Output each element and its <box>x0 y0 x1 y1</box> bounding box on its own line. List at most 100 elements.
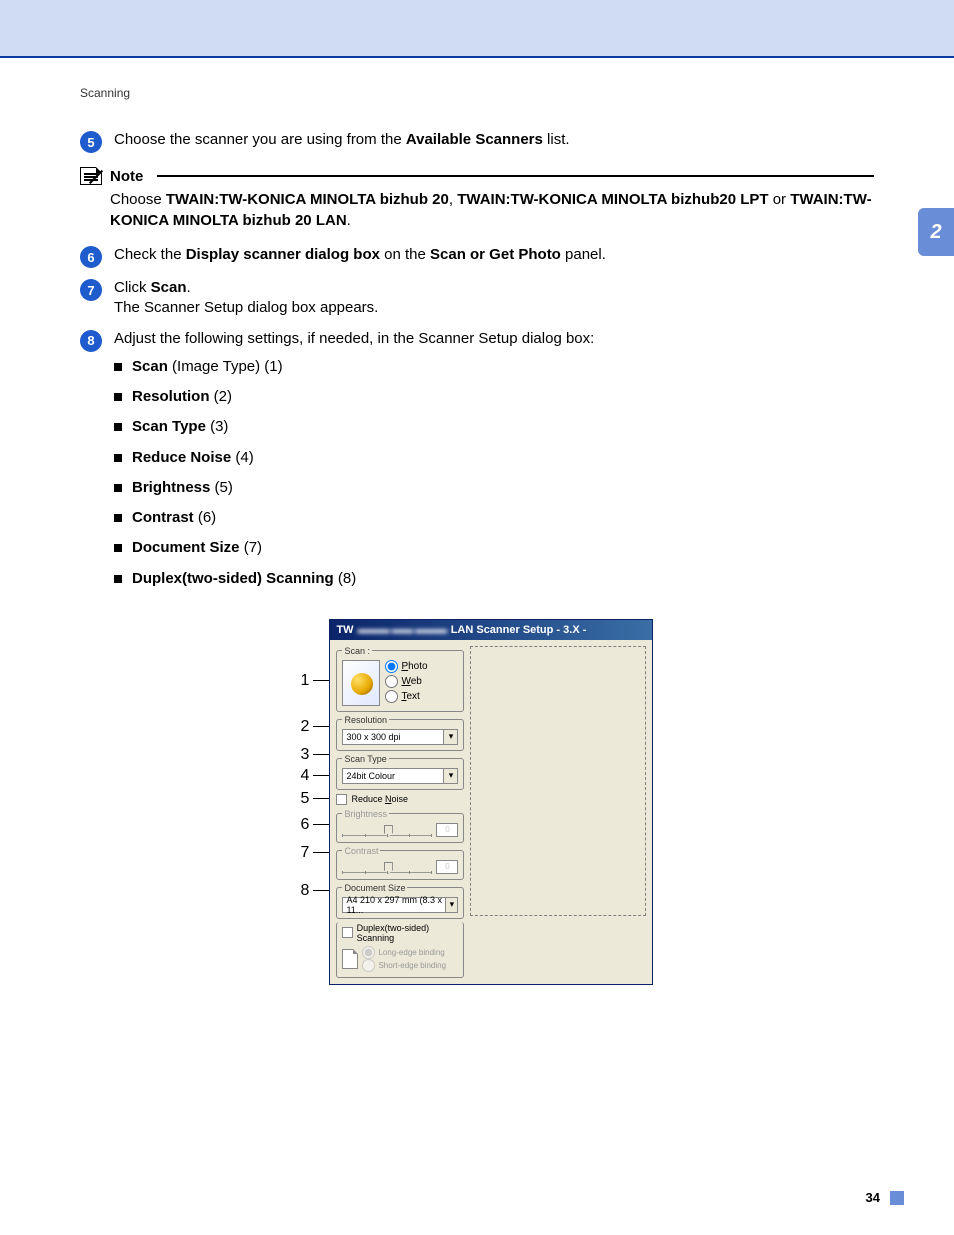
step-number-icon: 6 <box>80 246 102 268</box>
radio-text[interactable]: Text <box>385 690 427 703</box>
callout-6: 6 <box>301 816 310 834</box>
resolution-select[interactable]: 300 x 300 dpi ▾ <box>342 729 458 745</box>
page-number: 34 <box>866 1190 880 1205</box>
text-bold: Resolution <box>132 388 210 405</box>
radio-web[interactable]: Web <box>385 675 427 688</box>
callout-column: 1 2 3 4 5 6 7 8 <box>301 619 330 985</box>
text: The Scanner Setup dialog box appears. <box>114 299 378 316</box>
radio-photo-input[interactable] <box>385 660 398 673</box>
brightness-legend: Brightness <box>342 809 389 819</box>
text-bold: Reduce Noise <box>132 449 231 466</box>
reduce-noise-checkbox[interactable] <box>336 794 347 805</box>
duplex-checkbox[interactable] <box>342 927 352 938</box>
bullet-icon <box>114 544 122 552</box>
radio-long-edge-input[interactable] <box>362 946 375 959</box>
note-rule <box>157 175 874 177</box>
docsize-legend: Document Size <box>342 883 407 893</box>
text-bold: Duplex(two-sided) Scanning <box>132 570 334 587</box>
text-bold: Scan or Get Photo <box>430 246 561 263</box>
contrast-slider[interactable] <box>342 861 432 873</box>
text: (5) <box>210 479 233 496</box>
dialog-figure: 1 2 3 4 5 6 7 8 TW ▬▬▬ ▬▬ ▬▬▬ LAN Scanne… <box>80 619 874 985</box>
callout-5: 5 <box>301 790 310 808</box>
scan-group: Scan : Photo Web Text <box>336 646 464 712</box>
duplex-group: Duplex(two-sided) Scanning Long-edge bin… <box>336 922 464 978</box>
radio-text-input[interactable] <box>385 690 398 703</box>
radio-short-edge-input[interactable] <box>362 959 375 972</box>
scantype-select[interactable]: 24bit Colour ▾ <box>342 768 458 784</box>
callout-1: 1 <box>301 672 310 690</box>
text-bold: Document Size <box>132 539 240 556</box>
radio-text-label: Text <box>401 691 419 702</box>
scan-legend: Scan : <box>342 646 372 656</box>
radio-web-input[interactable] <box>385 675 398 688</box>
text: panel. <box>561 246 606 263</box>
contrast-legend: Contrast <box>342 846 380 856</box>
step-5-text: Choose the scanner you are using from th… <box>114 130 874 150</box>
step-number-icon: 5 <box>80 131 102 153</box>
chapter-tab: 2 <box>918 208 954 256</box>
text-bold: Scan <box>132 358 168 375</box>
list-item: Document Size (7) <box>114 538 874 558</box>
text: (4) <box>231 449 254 466</box>
page-icon <box>342 949 358 969</box>
text: Click <box>114 279 151 296</box>
step-8-text: Adjust the following settings, if needed… <box>114 329 874 599</box>
brightness-group: Brightness 0 <box>336 809 464 843</box>
resolution-value: 300 x 300 dpi <box>346 732 400 742</box>
radio-web-label: Web <box>401 676 421 687</box>
chevron-down-icon[interactable]: ▾ <box>443 730 457 744</box>
text-bold: Contrast <box>132 509 194 526</box>
bullet-icon <box>114 484 122 492</box>
text-bold: Display scanner dialog box <box>186 246 380 263</box>
text: on the <box>380 246 430 263</box>
radio-long-edge[interactable]: Long-edge binding <box>362 946 446 959</box>
brightness-slider[interactable] <box>342 824 432 836</box>
bullet-icon <box>114 363 122 371</box>
radio-photo-label: Photo <box>401 661 427 672</box>
duplex-check-row[interactable]: Duplex(two-sided) Scanning <box>342 922 458 944</box>
docsize-select[interactable]: A4 210 x 297 mm (8.3 x 11... ▾ <box>342 897 458 913</box>
reduce-noise-row[interactable]: Reduce Noise <box>336 793 464 806</box>
step-7-text: Click Scan. The Scanner Setup dialog box… <box>114 278 874 319</box>
title-suffix: LAN Scanner Setup - 3.X - <box>451 624 587 636</box>
radio-photo[interactable]: Photo <box>385 660 427 673</box>
list-item: Scan Type (3) <box>114 417 874 437</box>
duplex-label: Duplex(two-sided) Scanning <box>357 923 459 943</box>
reduce-noise-label: Reduce Noise <box>351 794 408 804</box>
step-6-text: Check the Display scanner dialog box on … <box>114 245 874 265</box>
scantype-legend: Scan Type <box>342 754 388 764</box>
callout-4: 4 <box>301 767 310 785</box>
callout-2: 2 <box>301 718 310 736</box>
text-bold: Brightness <box>132 479 210 496</box>
footer-accent <box>890 1191 904 1205</box>
chevron-down-icon[interactable]: ▾ <box>443 769 457 783</box>
text-bold: Scan <box>151 279 187 296</box>
step-7: 7 Click Scan. The Scanner Setup dialog b… <box>80 278 874 319</box>
scanner-setup-dialog: TW ▬▬▬ ▬▬ ▬▬▬ LAN Scanner Setup - 3.X - … <box>329 619 653 985</box>
bullet-icon <box>114 454 122 462</box>
page-footer: 34 <box>866 1190 904 1205</box>
contrast-group: Contrast 0 <box>336 846 464 880</box>
bullet-icon <box>114 575 122 583</box>
radio-short-edge[interactable]: Short-edge binding <box>362 959 446 972</box>
text-bold: Available Scanners <box>406 131 543 148</box>
chevron-down-icon[interactable]: ▾ <box>445 898 457 912</box>
header-band <box>0 0 954 56</box>
text: . <box>187 279 191 296</box>
preview-area <box>470 646 646 916</box>
note-block: Note Choose TWAIN:TW-KONICA MINOLTA bizh… <box>80 167 874 231</box>
list-item: Duplex(two-sided) Scanning (8) <box>114 569 874 589</box>
text: (8) <box>334 570 357 587</box>
section-label: Scanning <box>80 86 874 100</box>
text-bold: TWAIN:TW-KONICA MINOLTA bizhub 20 <box>166 191 449 208</box>
step-number-icon: 8 <box>80 330 102 352</box>
list-item: Contrast (6) <box>114 508 874 528</box>
text: (6) <box>194 509 217 526</box>
callout-3: 3 <box>301 746 310 764</box>
scantype-group: Scan Type 24bit Colour ▾ <box>336 754 464 790</box>
text: . <box>347 212 351 229</box>
step-6: 6 Check the Display scanner dialog box o… <box>80 245 874 268</box>
bullet-list: Scan (Image Type) (1) Resolution (2) Sca… <box>114 357 874 589</box>
bullet-icon <box>114 393 122 401</box>
